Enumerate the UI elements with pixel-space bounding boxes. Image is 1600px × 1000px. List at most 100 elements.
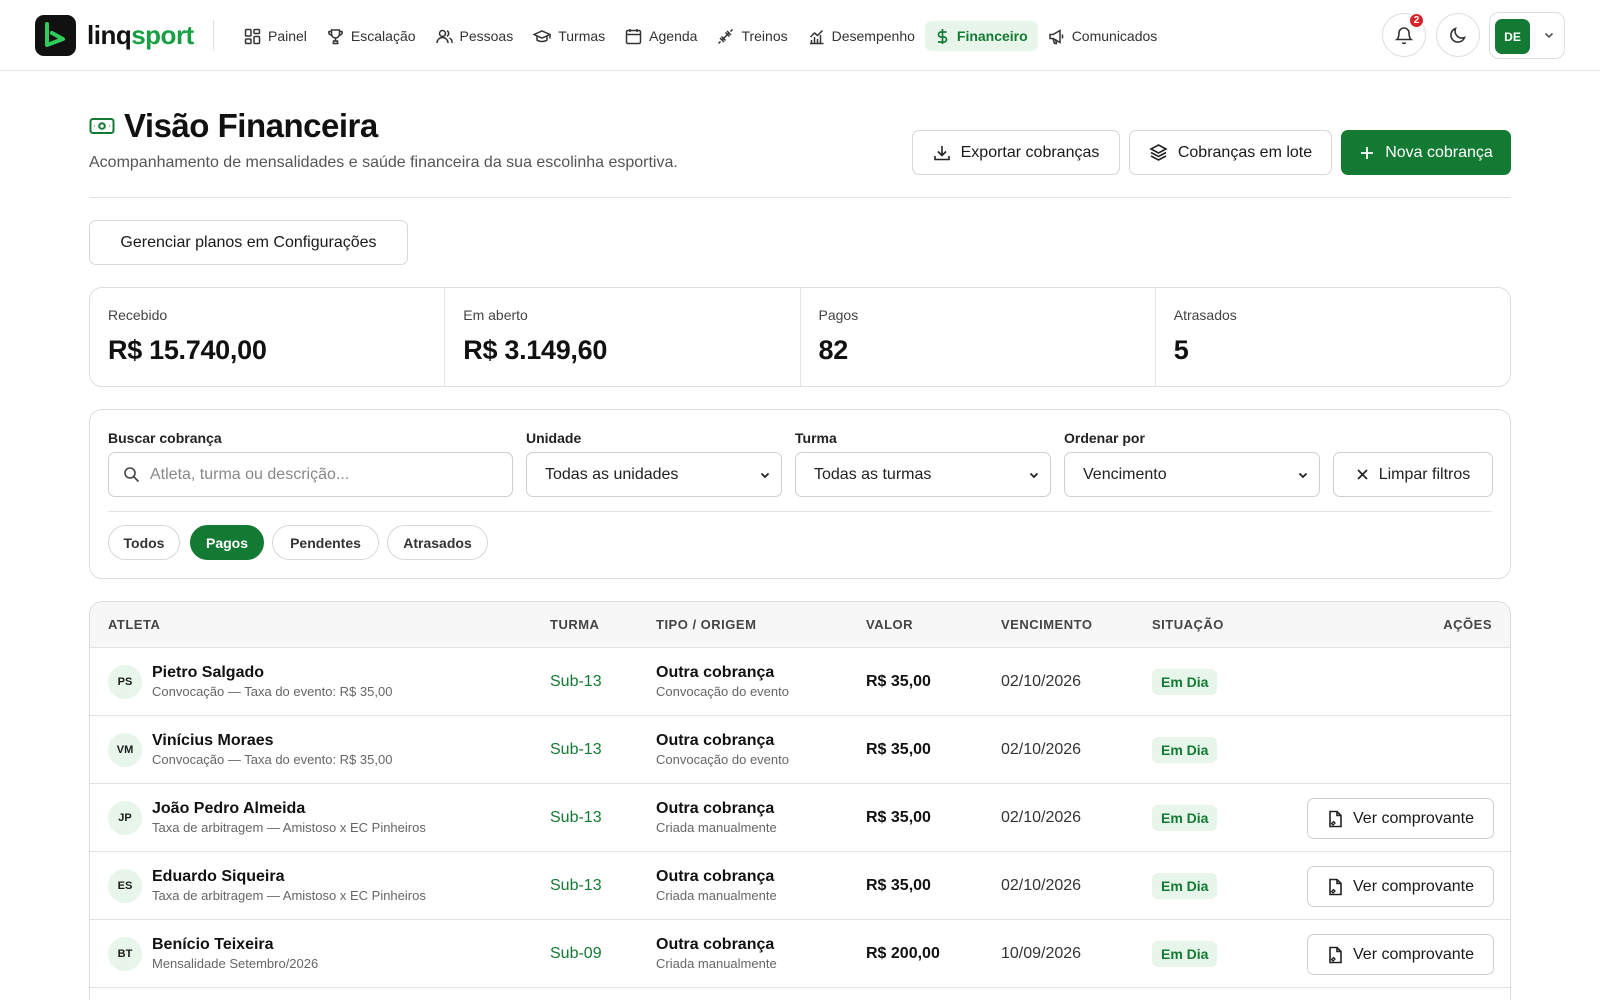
layers-icon: [1149, 144, 1168, 161]
charge-description: Taxa de arbitragem — Amistoso x EC Pinhe…: [152, 888, 426, 903]
column-header[interactable]: TURMA: [550, 617, 599, 633]
table-row[interactable]: JP João Pedro Almeida Taxa de arbitragem —…: [90, 784, 1510, 852]
table-row[interactable]: BT Benício Teixeira Mensalidade Setembro/2…: [90, 920, 1510, 988]
filters-divider: [108, 511, 1492, 512]
nav-item-pessoas[interactable]: Pessoas: [426, 21, 524, 51]
charge-type: Outra cobrança: [656, 936, 775, 953]
moon-icon: [1450, 27, 1466, 43]
class-label: Turma: [795, 430, 837, 446]
nav-item-escalacao[interactable]: Escalação: [317, 21, 426, 51]
athlete-name[interactable]: João Pedro Almeida: [152, 799, 305, 819]
column-header[interactable]: ATLETA: [108, 617, 160, 633]
avatar: DE: [1495, 19, 1530, 54]
view-receipt-button[interactable]: Ver comprovante: [1307, 866, 1494, 907]
charge-type: Outra cobrança: [656, 732, 775, 749]
nav-item-label: Financeiro: [956, 28, 1028, 44]
grid-icon: [244, 28, 261, 44]
class-select[interactable]: Todas as turmas: [795, 452, 1051, 497]
order-label: Ordenar por: [1064, 430, 1145, 446]
column-header[interactable]: TIPO / ORIGEM: [656, 617, 756, 633]
charge-description: Convocação — Taxa do evento: R$ 35,00: [152, 684, 393, 699]
file-icon: [1329, 946, 1342, 963]
athlete-name[interactable]: Vinícius Moraes: [152, 731, 274, 751]
unit-label: Unidade: [526, 430, 582, 446]
order-select-value: Vencimento: [1083, 465, 1167, 483]
manage-plans-button[interactable]: Gerenciar planos em Configurações: [89, 220, 408, 265]
kpi-value: R$ 15.740,00: [108, 335, 267, 365]
nav-item-turmas[interactable]: Turmas: [523, 21, 615, 51]
graduation-cap-icon: [533, 29, 552, 42]
header-divider: [89, 197, 1511, 198]
plus-icon: [1361, 146, 1374, 159]
chart-icon: [809, 29, 824, 44]
charge-description: Taxa de arbitragem — Amistoso x EC Pinhe…: [152, 820, 426, 835]
chevron-down-icon: [1544, 32, 1554, 39]
nav-item-desempenho[interactable]: Desempenho: [798, 21, 925, 51]
notifications-button[interactable]: 2: [1382, 12, 1426, 57]
nav-item-agenda[interactable]: Agenda: [615, 21, 707, 51]
order-select[interactable]: Vencimento: [1064, 452, 1320, 497]
column-header[interactable]: VENCIMENTO: [1001, 617, 1092, 633]
kpi-value: 5: [1173, 335, 1189, 365]
notification-count-badge: 2: [1408, 12, 1425, 29]
nav-item-painel[interactable]: Painel: [234, 21, 317, 51]
due-date: 02/10/2026: [1001, 809, 1082, 826]
filters-panel: Buscar cobrança Atleta, turma ou descriç…: [89, 409, 1511, 579]
chip-pagos[interactable]: Pagos: [190, 525, 264, 560]
logo-suffix: sport: [131, 20, 194, 50]
class-link[interactable]: Sub-09: [550, 944, 602, 964]
avatar: ES: [108, 869, 142, 903]
view-receipt-button[interactable]: Ver comprovante: [1307, 934, 1494, 975]
column-header[interactable]: SITUAÇÃO: [1152, 617, 1224, 633]
avatar: JP: [108, 801, 142, 835]
view-receipt-button[interactable]: Ver comprovante: [1307, 798, 1494, 839]
download-icon: [933, 145, 950, 160]
kpi-overdue: Atrasados 5: [1156, 288, 1510, 386]
logo-text[interactable]: linqsport: [87, 20, 194, 50]
table-row[interactable]: VM Vinícius Moraes Convocação — Taxa do ev…: [90, 716, 1510, 784]
athlete-name[interactable]: Pietro Salgado: [152, 663, 264, 683]
table-row[interactable]: ES Eduardo Siqueira Taxa de arbitragem — A…: [90, 852, 1510, 920]
batch-charges-button[interactable]: Cobranças em lote: [1129, 130, 1332, 175]
close-icon: [1357, 469, 1368, 480]
charge-type: Outra cobrança: [656, 868, 775, 885]
nav-item-comunicados[interactable]: Comunicados: [1038, 21, 1168, 51]
class-link[interactable]: Sub-13: [550, 672, 602, 692]
athlete-name[interactable]: Eduardo Siqueira: [152, 867, 284, 887]
new-charge-button[interactable]: Nova cobrança: [1341, 130, 1511, 175]
user-menu-button[interactable]: DE: [1489, 12, 1565, 59]
nav-item-label: Turmas: [558, 28, 606, 44]
charge-amount: R$ 35,00: [866, 673, 931, 690]
class-link[interactable]: Sub-13: [550, 740, 602, 760]
export-charges-button[interactable]: Exportar cobranças: [912, 130, 1120, 175]
due-date: 02/10/2026: [1001, 741, 1082, 758]
athlete-name[interactable]: Benício Teixeira: [152, 935, 274, 955]
chip-pendentes[interactable]: Pendentes: [272, 525, 379, 560]
nav-item-label: Treinos: [741, 28, 788, 44]
kpi-label: Pagos: [818, 307, 859, 323]
theme-toggle-button[interactable]: [1436, 13, 1480, 57]
unit-select[interactable]: Todas as unidades: [526, 452, 782, 497]
nav-item-treinos[interactable]: Treinos: [707, 21, 797, 51]
table-row[interactable]: PS Pietro Salgado Convocação — Taxa do eve…: [90, 648, 1510, 716]
trophy-icon: [327, 28, 343, 44]
search-placeholder: Atleta, turma ou descrição...: [150, 465, 350, 483]
class-link[interactable]: Sub-13: [550, 876, 602, 896]
top-navbar: linqsport Painel Escalação Pessoas Turma…: [0, 0, 1600, 71]
logo-icon[interactable]: [35, 15, 76, 56]
nav-divider: [213, 20, 214, 51]
chevron-down-icon: [1029, 472, 1039, 478]
dumbbell-icon: [718, 28, 734, 44]
nav-item-label: Pessoas: [459, 28, 514, 44]
search-input[interactable]: Atleta, turma ou descrição...: [108, 452, 513, 497]
charge-amount: R$ 200,00: [866, 945, 940, 962]
column-header[interactable]: VALOR: [866, 617, 913, 633]
chip-todos[interactable]: Todos: [108, 525, 180, 560]
class-link[interactable]: Sub-13: [550, 808, 602, 828]
clear-filters-button[interactable]: Limpar filtros: [1333, 452, 1493, 497]
batch-charges-label: Cobranças em lote: [1177, 143, 1313, 161]
page-title: Visão Financeira: [124, 107, 378, 144]
status-badge: Em Dia: [1152, 873, 1218, 899]
nav-item-financeiro[interactable]: Financeiro: [924, 21, 1038, 51]
chip-atrasados[interactable]: Atrasados: [387, 525, 488, 560]
